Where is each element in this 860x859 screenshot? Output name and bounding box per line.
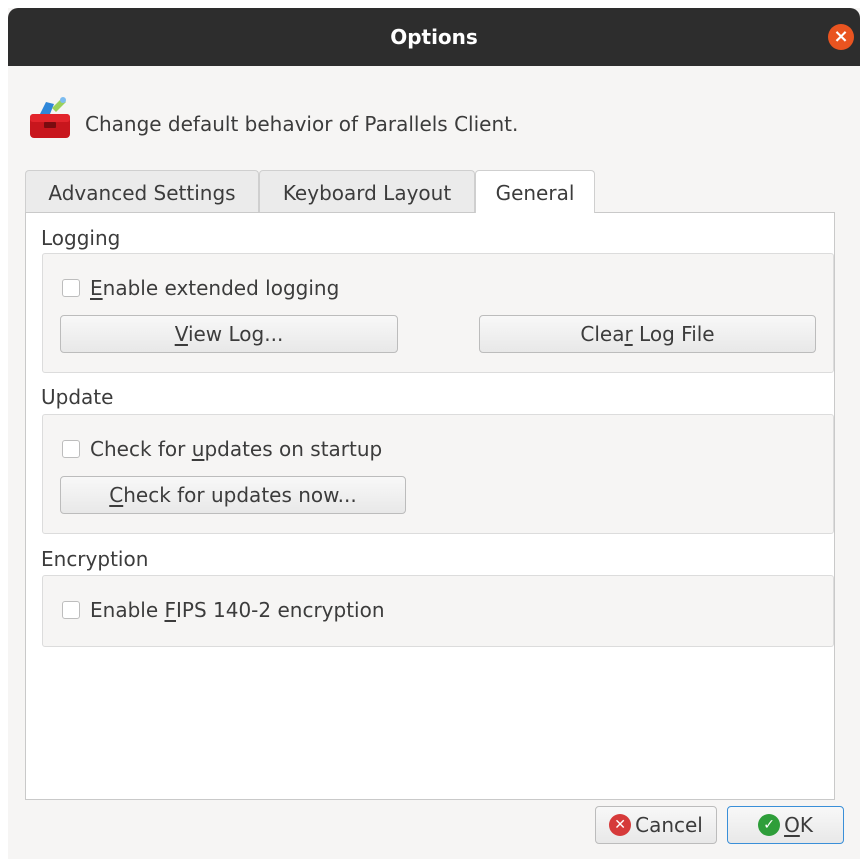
check-updates-now-button[interactable]: Check for updates now...: [60, 476, 406, 514]
cancel-icon: ✕: [609, 814, 632, 836]
ok-check-icon: ✓: [758, 814, 781, 836]
view-log-button[interactable]: View Log...: [60, 315, 398, 353]
logging-section-title: Logging: [41, 226, 121, 250]
enable-fips-label[interactable]: Enable FIPS 140-2 encryption: [90, 598, 385, 622]
clear-log-file-button[interactable]: Clear Log File: [479, 315, 816, 353]
ok-button[interactable]: ✓ OK: [727, 806, 844, 844]
tab-keyboard-layout[interactable]: Keyboard Layout: [259, 170, 475, 212]
check-updates-on-startup-label[interactable]: Check for updates on startup: [90, 437, 382, 461]
toolbox-icon: [30, 97, 70, 138]
enable-extended-logging-label[interactable]: Enable extended logging: [90, 276, 339, 300]
tab-general[interactable]: General: [475, 170, 595, 213]
cancel-button[interactable]: ✕ Cancel: [595, 806, 717, 844]
logging-group: [42, 253, 834, 373]
options-dialog: Options × Change default behavior of Par…: [8, 8, 860, 859]
update-group: [42, 414, 834, 534]
update-section-title: Update: [41, 385, 114, 409]
enable-fips-checkbox[interactable]: [62, 601, 80, 619]
check-updates-on-startup-checkbox[interactable]: [62, 440, 80, 458]
enable-extended-logging-checkbox[interactable]: [62, 279, 80, 297]
title-bar: Options ×: [8, 8, 860, 66]
header-description: Change default behavior of Parallels Cli…: [85, 112, 519, 136]
tab-advanced-settings[interactable]: Advanced Settings: [25, 170, 259, 212]
close-icon: ×: [833, 26, 849, 47]
window-title: Options: [390, 25, 478, 49]
encryption-section-title: Encryption: [41, 547, 149, 571]
close-button[interactable]: ×: [828, 24, 854, 50]
